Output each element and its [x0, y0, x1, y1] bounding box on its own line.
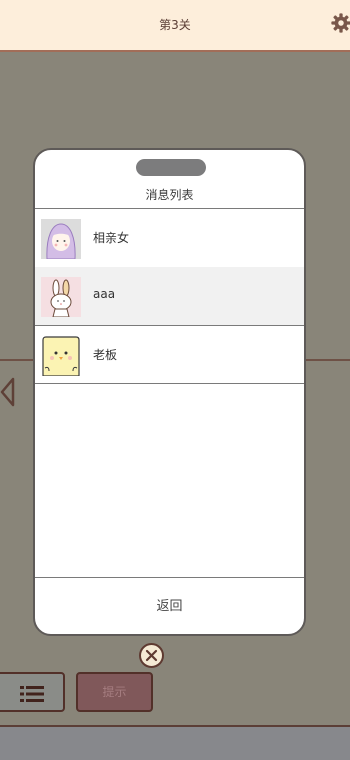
scene-divider-right	[304, 359, 350, 361]
dialog-title: 消息列表	[145, 188, 194, 202]
divider	[35, 383, 304, 384]
level-title: 第3关	[159, 18, 191, 32]
top-bar: 第3关	[0, 0, 350, 52]
bottom-bar	[0, 725, 350, 760]
dialog-handle	[136, 159, 206, 176]
message-item-boss[interactable]: 老板	[35, 326, 304, 384]
girl-avatar-icon	[41, 219, 81, 259]
message-item-girl[interactable]: 相亲女	[35, 209, 304, 267]
hint-button[interactable]: 提示	[76, 672, 153, 712]
message-list-dialog: 消息列表 相亲女 aaa 老板 返回	[33, 148, 306, 636]
back-button[interactable]: 返回	[35, 578, 304, 634]
chick-avatar-icon	[41, 336, 81, 376]
menu-button[interactable]	[0, 672, 65, 712]
gear-icon[interactable]	[330, 12, 350, 34]
rabbit-avatar-icon	[41, 277, 81, 317]
message-item-name: 老板	[93, 348, 118, 362]
scene-divider-left	[0, 359, 34, 361]
left-arrow-icon[interactable]	[0, 376, 16, 408]
message-item-aaa[interactable]: aaa	[35, 267, 304, 325]
list-icon	[20, 686, 44, 702]
close-button[interactable]	[139, 643, 164, 668]
close-circle-icon	[145, 649, 158, 662]
message-item-name: aaa	[93, 287, 116, 301]
message-item-name: 相亲女	[93, 231, 130, 245]
